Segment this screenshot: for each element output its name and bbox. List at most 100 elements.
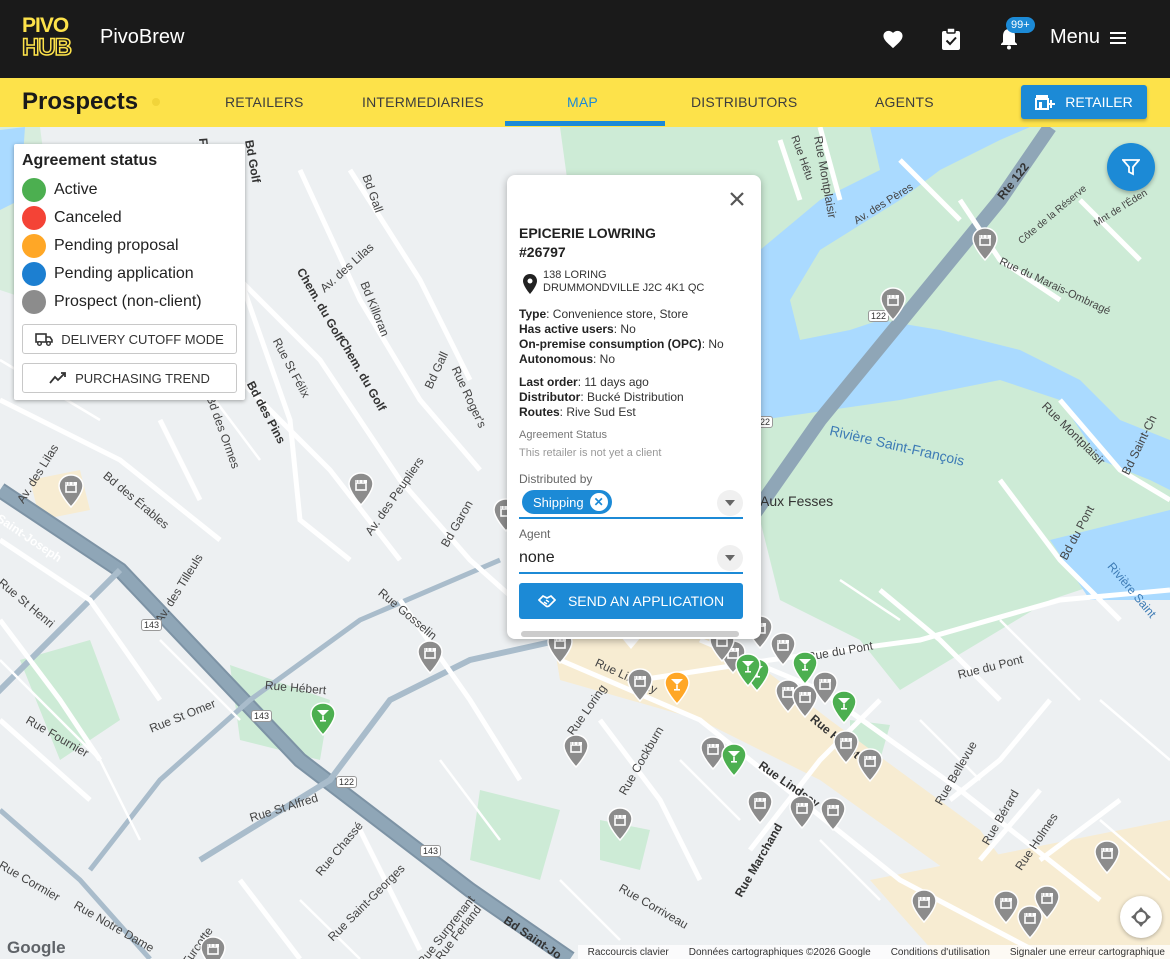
menu-button[interactable]: Menu <box>1050 26 1127 49</box>
status-dot <box>22 262 46 286</box>
favorites-icon[interactable] <box>875 23 911 55</box>
status-dot <box>22 290 46 314</box>
crosshair-icon <box>1131 907 1151 927</box>
store-map-marker[interactable] <box>563 734 589 769</box>
tab-retailers[interactable]: RETAILERS <box>225 94 304 110</box>
agreement-status-value: This retailer is not yet a client <box>519 447 662 459</box>
agent-label: Agent <box>519 527 551 541</box>
send-application-label: SEND AN APPLICATION <box>567 593 725 609</box>
agreement-status-label: Agreement Status <box>519 429 608 441</box>
notification-badge: 99+ <box>1006 17 1035 33</box>
status-dot <box>22 234 46 258</box>
truck-icon <box>35 333 54 346</box>
route-shield: 143 <box>251 710 273 722</box>
store-map-marker[interactable] <box>880 287 906 322</box>
opc-value: : No <box>701 337 724 351</box>
distributed-by-label: Distributed by <box>519 472 593 486</box>
top-bar: PIVO HUB PivoBrew 99+ Menu <box>0 0 1170 78</box>
distributor-label: Distributor <box>519 390 581 404</box>
store-map-marker[interactable] <box>833 730 859 765</box>
legend-title: Agreement status <box>22 152 158 169</box>
legend-item-label: Pending proposal <box>54 237 179 254</box>
status-dot <box>22 178 46 202</box>
store-map-marker[interactable] <box>993 890 1019 925</box>
terms-link[interactable]: Conditions d'utilisation <box>891 947 990 958</box>
active-users-value: : No <box>613 322 636 336</box>
store-map-marker[interactable] <box>348 472 374 507</box>
route-shield: 143 <box>141 619 163 631</box>
page-title: Prospects <box>22 88 139 115</box>
logo-text-bottom: HUB <box>21 33 73 62</box>
agent-select[interactable]: none <box>519 549 555 567</box>
filter-button[interactable] <box>1107 143 1155 191</box>
purchasing-trend-button[interactable]: PURCHASING TREND <box>22 363 237 393</box>
store-map-marker[interactable] <box>1094 840 1120 875</box>
chevron-down-icon[interactable] <box>717 490 743 516</box>
legend-item-label: Pending application <box>54 265 194 282</box>
keyboard-shortcuts-link[interactable]: Raccourcis clavier <box>588 947 669 958</box>
bar-map-marker[interactable] <box>735 653 761 688</box>
popup-scrollbar[interactable] <box>521 631 739 637</box>
route-shield: 122 <box>336 776 358 788</box>
distributed-by-underline <box>519 517 743 519</box>
store-map-marker[interactable] <box>1034 885 1060 920</box>
retailer-number: #26797 <box>519 244 566 260</box>
tab-agents[interactable]: AGENTS <box>875 94 934 110</box>
last-order-label: Last order <box>519 375 578 389</box>
report-error-link[interactable]: Signaler une erreur cartographique <box>1010 947 1165 958</box>
legend-item-pending-proposal[interactable]: Pending proposal <box>22 234 179 258</box>
legend-item-label: Canceled <box>54 209 122 226</box>
autonomous-label: Autonomous <box>519 352 593 366</box>
tab-distributors[interactable]: DISTRIBUTORS <box>691 94 797 110</box>
store-map-marker[interactable] <box>747 790 773 825</box>
bar-map-marker[interactable] <box>831 690 857 725</box>
store-map-marker[interactable] <box>58 474 84 509</box>
agreement-status-legend: Agreement status Active Canceled Pending… <box>14 144 245 400</box>
close-icon[interactable] <box>727 189 747 209</box>
store-map-marker[interactable] <box>857 748 883 783</box>
store-map-marker[interactable] <box>607 807 633 842</box>
pivohub-logo[interactable]: PIVO HUB <box>21 14 84 62</box>
legend-item-active[interactable]: Active <box>22 178 98 202</box>
delivery-cutoff-mode-button[interactable]: DELIVERY CUTOFF MODE <box>22 324 237 354</box>
chip-remove-icon[interactable]: ✕ <box>589 493 608 511</box>
trend-icon <box>49 372 66 384</box>
retailer-info-popup: EPICERIE LOWRING #26797 138 LORING DRUMM… <box>507 175 761 639</box>
bar-map-marker[interactable] <box>310 702 336 737</box>
store-map-marker[interactable] <box>200 936 226 959</box>
agent-underline <box>519 572 743 574</box>
map-attribution: Raccourcis clavier Données cartographiqu… <box>577 945 1170 959</box>
store-map-marker[interactable] <box>820 797 846 832</box>
legend-item-canceled[interactable]: Canceled <box>22 206 122 230</box>
autonomous-value: : No <box>593 352 616 366</box>
map-recenter-button[interactable] <box>1120 896 1162 938</box>
road-label: Aux Fesses <box>760 493 834 509</box>
legend-item-pending-application[interactable]: Pending application <box>22 262 194 286</box>
store-map-marker[interactable] <box>911 889 937 924</box>
add-retailer-button[interactable]: RETAILER <box>1021 85 1147 119</box>
hamburger-icon <box>1110 31 1127 44</box>
purchasing-trend-label: PURCHASING TREND <box>75 370 210 386</box>
store-map-marker[interactable] <box>417 640 443 675</box>
google-logo: Google <box>7 938 66 957</box>
legend-item-prospect[interactable]: Prospect (non-client) <box>22 290 202 314</box>
clipboard-check-icon[interactable] <box>933 23 969 55</box>
opc-label: On-premise consumption (OPC) <box>519 337 702 351</box>
tab-map[interactable]: MAP <box>567 94 598 110</box>
status-dot <box>22 206 46 230</box>
active-users-label: Has active users <box>519 322 614 336</box>
distributed-by-chip[interactable]: Shipping ✕ <box>522 490 612 514</box>
add-store-icon <box>1035 95 1056 110</box>
store-map-marker[interactable] <box>972 227 998 262</box>
filter-icon <box>1122 159 1140 176</box>
add-retailer-label: RETAILER <box>1065 94 1133 110</box>
bar-map-marker[interactable] <box>792 651 818 686</box>
send-application-button[interactable]: SEND AN APPLICATION <box>519 583 743 619</box>
bar-map-marker[interactable] <box>664 671 690 706</box>
chip-label: Shipping <box>533 494 584 510</box>
tab-intermediaries[interactable]: INTERMEDIARIES <box>362 94 484 110</box>
bar-map-marker[interactable] <box>721 743 747 778</box>
store-map-marker[interactable] <box>789 795 815 830</box>
chevron-down-icon[interactable] <box>717 545 743 571</box>
store-map-marker[interactable] <box>627 668 653 703</box>
